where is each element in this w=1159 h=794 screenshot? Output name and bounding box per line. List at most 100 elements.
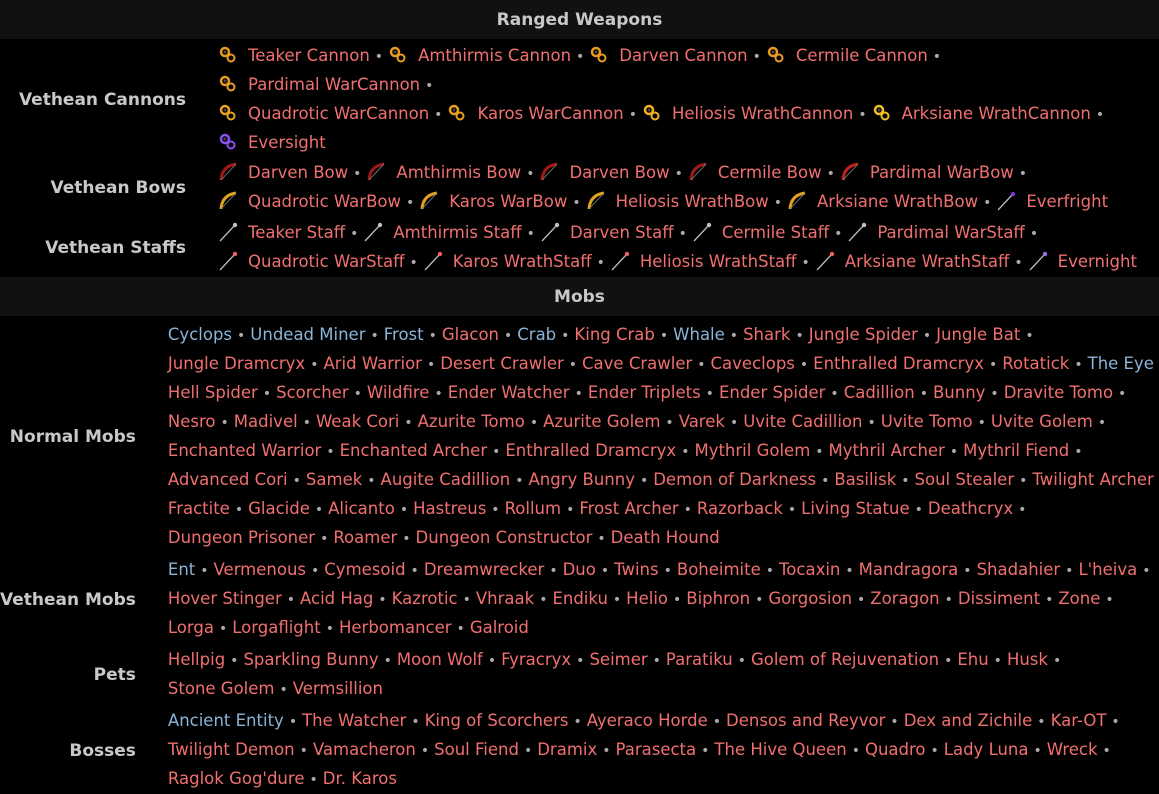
link-cermile-cannon[interactable]: Cermile Cannon bbox=[766, 46, 928, 65]
link-mandragora[interactable]: Mandragora bbox=[859, 560, 959, 579]
link-dreamwrecker[interactable]: Dreamwrecker bbox=[424, 560, 545, 579]
link-mythril-golem[interactable]: Mythril Golem bbox=[694, 441, 810, 460]
link-roamer[interactable]: Roamer bbox=[333, 528, 397, 547]
link-basilisk[interactable]: Basilisk bbox=[834, 470, 896, 489]
link-ender-triplets[interactable]: Ender Triplets bbox=[588, 383, 701, 402]
link-jungle-dramcryx[interactable]: Jungle Dramcryx bbox=[168, 354, 305, 373]
link-quadrotic-warbow[interactable]: Quadrotic WarBow bbox=[218, 192, 401, 211]
link-wildfire[interactable]: Wildfire bbox=[367, 383, 430, 402]
link-raglok-gog-dure[interactable]: Raglok Gog'dure bbox=[168, 769, 305, 788]
link-heliosis-wrathbow[interactable]: Heliosis WrathBow bbox=[586, 192, 769, 211]
link-death-hound[interactable]: Death Hound bbox=[611, 528, 720, 547]
link-madivel[interactable]: Madivel bbox=[234, 412, 298, 431]
link-the-eye[interactable]: The Eye bbox=[1088, 354, 1154, 373]
link-zone[interactable]: Zone bbox=[1058, 589, 1100, 608]
link-razorback[interactable]: Razorback bbox=[697, 499, 783, 518]
link-l-heiva[interactable]: L'heiva bbox=[1078, 560, 1137, 579]
link-weak-cori[interactable]: Weak Cori bbox=[316, 412, 399, 431]
link-rotatick[interactable]: Rotatick bbox=[1002, 354, 1069, 373]
link-quadro[interactable]: Quadro bbox=[865, 740, 926, 759]
link-glacon[interactable]: Glacon bbox=[442, 325, 499, 344]
link-ancient-entity[interactable]: Ancient Entity bbox=[168, 711, 284, 730]
link-cyclops[interactable]: Cyclops bbox=[168, 325, 232, 344]
link-karos-warcannon[interactable]: Karos WarCannon bbox=[447, 104, 623, 123]
link-amthirmis-staff[interactable]: Amthirmis Staff bbox=[363, 223, 521, 242]
link-gorgosion[interactable]: Gorgosion bbox=[768, 589, 852, 608]
link-enchanted-warrior[interactable]: Enchanted Warrior bbox=[168, 441, 321, 460]
link-vermsillion[interactable]: Vermsillion bbox=[293, 679, 383, 698]
link-pardimal-warbow[interactable]: Pardimal WarBow bbox=[840, 163, 1014, 182]
link-husk[interactable]: Husk bbox=[1007, 650, 1048, 669]
link-evernight[interactable]: Evernight bbox=[1028, 252, 1137, 271]
link-twilight-demon[interactable]: Twilight Demon bbox=[168, 740, 295, 759]
link-soul-fiend[interactable]: Soul Fiend bbox=[434, 740, 519, 759]
link-scorcher[interactable]: Scorcher bbox=[276, 383, 349, 402]
link-nesro[interactable]: Nesro bbox=[168, 412, 216, 431]
link-alicanto[interactable]: Alicanto bbox=[328, 499, 395, 518]
link-enthralled-dramcryx[interactable]: Enthralled Dramcryx bbox=[505, 441, 676, 460]
link-azurite-tomo[interactable]: Azurite Tomo bbox=[418, 412, 525, 431]
link-twins[interactable]: Twins bbox=[614, 560, 658, 579]
link-enthralled-dramcryx[interactable]: Enthralled Dramcryx bbox=[813, 354, 984, 373]
link-cadillion[interactable]: Cadillion bbox=[844, 383, 915, 402]
link-cymesoid[interactable]: Cymesoid bbox=[324, 560, 405, 579]
link-dramix[interactable]: Dramix bbox=[537, 740, 597, 759]
link-helio[interactable]: Helio bbox=[626, 589, 668, 608]
link-kar-ot[interactable]: Kar-OT bbox=[1051, 711, 1107, 730]
link-amthirmis-bow[interactable]: Amthirmis Bow bbox=[366, 163, 521, 182]
link-glacide[interactable]: Glacide bbox=[248, 499, 310, 518]
link-rollum[interactable]: Rollum bbox=[505, 499, 562, 518]
link-angry-bunny[interactable]: Angry Bunny bbox=[528, 470, 634, 489]
link-hellpig[interactable]: Hellpig bbox=[168, 650, 225, 669]
link-lorgaflight[interactable]: Lorgaflight bbox=[232, 618, 320, 637]
link-densos-and-reyvor[interactable]: Densos and Reyvor bbox=[726, 711, 885, 730]
link-desert-crawler[interactable]: Desert Crawler bbox=[440, 354, 564, 373]
link-dungeon-prisoner[interactable]: Dungeon Prisoner bbox=[168, 528, 315, 547]
link-deathcryx[interactable]: Deathcryx bbox=[928, 499, 1013, 518]
link-samek[interactable]: Samek bbox=[306, 470, 362, 489]
link-quadrotic-warcannon[interactable]: Quadrotic WarCannon bbox=[218, 104, 429, 123]
link-zoragon[interactable]: Zoragon bbox=[870, 589, 939, 608]
link-hover-stinger[interactable]: Hover Stinger bbox=[168, 589, 282, 608]
link-herbomancer[interactable]: Herbomancer bbox=[339, 618, 452, 637]
link-stone-golem[interactable]: Stone Golem bbox=[168, 679, 275, 698]
link-ayeraco-horde[interactable]: Ayeraco Horde bbox=[587, 711, 708, 730]
link-uvite-golem[interactable]: Uvite Golem bbox=[991, 412, 1093, 431]
link-twilight-archer[interactable]: Twilight Archer bbox=[1032, 470, 1153, 489]
link-ent[interactable]: Ent bbox=[168, 560, 195, 579]
link-boheimite[interactable]: Boheimite bbox=[677, 560, 761, 579]
link-shark[interactable]: Shark bbox=[743, 325, 790, 344]
link-darven-staff[interactable]: Darven Staff bbox=[540, 223, 674, 242]
link-enchanted-archer[interactable]: Enchanted Archer bbox=[340, 441, 488, 460]
link-pardimal-warcannon[interactable]: Pardimal WarCannon bbox=[218, 75, 420, 94]
link-moon-wolf[interactable]: Moon Wolf bbox=[397, 650, 483, 669]
link-arid-warrior[interactable]: Arid Warrior bbox=[323, 354, 421, 373]
link-lorga[interactable]: Lorga bbox=[168, 618, 214, 637]
link-ender-spider[interactable]: Ender Spider bbox=[719, 383, 825, 402]
link-dravite-tomo[interactable]: Dravite Tomo bbox=[1004, 383, 1113, 402]
link-arksiane-wrathstaff[interactable]: Arksiane WrathStaff bbox=[815, 252, 1010, 271]
link-arksiane-wrathbow[interactable]: Arksiane WrathBow bbox=[787, 192, 978, 211]
link-pardimal-warstaff[interactable]: Pardimal WarStaff bbox=[847, 223, 1024, 242]
link-uvite-tomo[interactable]: Uvite Tomo bbox=[881, 412, 973, 431]
link-caveclops[interactable]: Caveclops bbox=[711, 354, 795, 373]
link-duo[interactable]: Duo bbox=[563, 560, 596, 579]
link-ender-watcher[interactable]: Ender Watcher bbox=[448, 383, 570, 402]
link-cermile-staff[interactable]: Cermile Staff bbox=[692, 223, 829, 242]
link-amthirmis-cannon[interactable]: Amthirmis Cannon bbox=[388, 46, 571, 65]
link-varek[interactable]: Varek bbox=[679, 412, 725, 431]
link-karos-warbow[interactable]: Karos WarBow bbox=[419, 192, 567, 211]
link-everfright[interactable]: Everfright bbox=[996, 192, 1108, 211]
link-karos-wrathstaff[interactable]: Karos WrathStaff bbox=[423, 252, 592, 271]
link-heliosis-wrathcannon[interactable]: Heliosis WrathCannon bbox=[642, 104, 853, 123]
link-king-crab[interactable]: King Crab bbox=[574, 325, 654, 344]
link-dex-and-zichile[interactable]: Dex and Zichile bbox=[904, 711, 1033, 730]
link-shadahier[interactable]: Shadahier bbox=[977, 560, 1061, 579]
link-soul-stealer[interactable]: Soul Stealer bbox=[915, 470, 1015, 489]
link-vhraak[interactable]: Vhraak bbox=[476, 589, 534, 608]
link-demon-of-darkness[interactable]: Demon of Darkness bbox=[653, 470, 816, 489]
link-fyracryx[interactable]: Fyracryx bbox=[501, 650, 571, 669]
link-jungle-spider[interactable]: Jungle Spider bbox=[809, 325, 918, 344]
link-darven-cannon[interactable]: Darven Cannon bbox=[589, 46, 747, 65]
link-quadrotic-warstaff[interactable]: Quadrotic WarStaff bbox=[218, 252, 405, 271]
